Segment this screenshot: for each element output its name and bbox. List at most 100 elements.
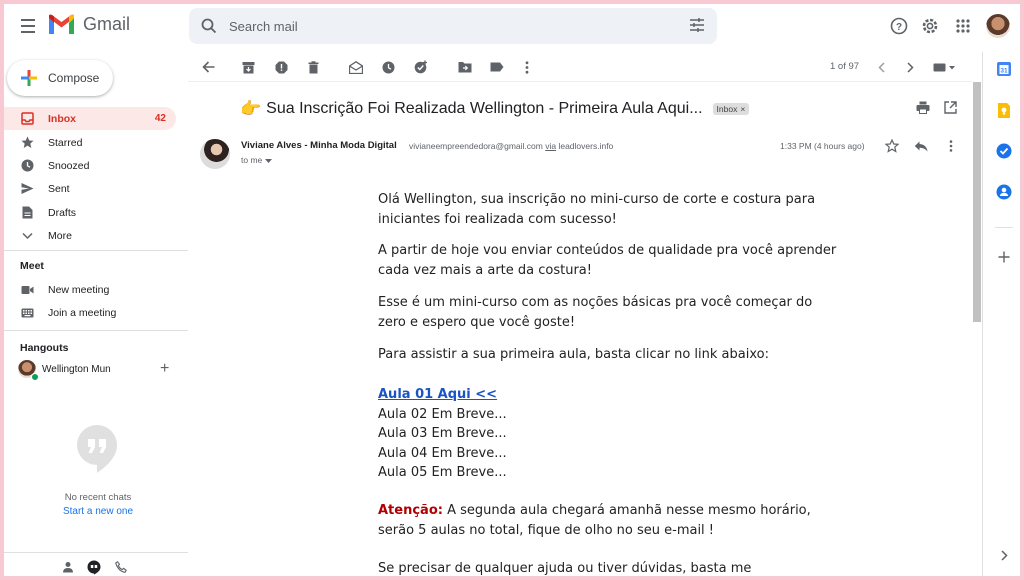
back-arrow-icon[interactable] <box>199 58 217 76</box>
keyboard-icon <box>21 306 34 319</box>
new-meeting-item[interactable]: New meeting <box>0 278 176 301</box>
meet-section-title: Meet <box>20 260 44 272</box>
hangouts-user[interactable]: Wellington Mun + <box>18 360 178 381</box>
no-recent-chats-text: No recent chats <box>64 492 132 503</box>
keep-notes-icon[interactable] <box>995 101 1013 119</box>
tasks-icon[interactable] <box>995 142 1013 160</box>
sidebar-item-drafts[interactable]: Drafts <box>0 201 176 224</box>
sidebar-item-label: More <box>48 230 72 242</box>
contacts-icon[interactable] <box>995 183 1013 201</box>
compose-label: Compose <box>48 71 100 85</box>
chevron-down-icon <box>21 229 34 242</box>
send-icon <box>21 182 34 195</box>
svg-text:?: ? <box>896 22 902 33</box>
print-icon[interactable] <box>916 101 930 119</box>
search-input[interactable] <box>229 18 649 34</box>
star-outline-icon[interactable] <box>884 138 900 154</box>
sidebar-item-label: Sent <box>48 183 70 195</box>
start-new-chat-link[interactable]: Start a new one <box>0 506 196 517</box>
inbox-label-chip[interactable]: Inbox × <box>712 103 750 115</box>
recipients-line[interactable]: to me <box>241 155 272 165</box>
sidebar-item-label: Snoozed <box>48 160 90 172</box>
email-body: Olá Wellington, sua inscrição no mini-cu… <box>378 190 838 580</box>
sidebar-item-inbox[interactable]: Inbox 42 <box>0 107 176 130</box>
aula-item: Aula 02 Em Breve... <box>378 406 507 422</box>
body-paragraph: Olá Wellington, sua inscrição no mini-cu… <box>378 192 816 227</box>
aula-01-link[interactable]: Aula 01 Aqui << <box>378 387 497 402</box>
aula-list: Aula 01 Aqui << Aula 02 Em Breve... Aula… <box>378 385 838 483</box>
delete-trash-icon[interactable] <box>304 58 322 76</box>
top-header: Gmail ? <box>0 0 1024 52</box>
sidebar-item-label: Drafts <box>48 207 77 219</box>
recipients-text: to me <box>241 155 263 165</box>
compose-plus-icon <box>21 70 37 86</box>
videocam-icon <box>21 283 34 296</box>
label-chip-text: Inbox <box>716 104 738 114</box>
sender-avatar[interactable] <box>200 139 230 169</box>
reply-icon[interactable] <box>913 138 929 154</box>
message-toolbar: 1 of 97 <box>188 52 972 82</box>
sidebar-item-more[interactable]: More <box>0 224 176 247</box>
account-avatar[interactable] <box>986 14 1010 38</box>
expand-panel-chevron-icon[interactable] <box>995 546 1013 564</box>
message-view: 👉 Sua Inscrição Foi Realizada Wellington… <box>188 82 972 580</box>
pagination-text: 1 of 97 <box>830 61 860 72</box>
sidebar-item-starred[interactable]: Starred <box>0 131 176 154</box>
app-name: Gmail <box>83 14 131 34</box>
sender-name[interactable]: Viviane Alves - Minha Moda Digital <box>241 140 397 151</box>
older-chevron-right-icon[interactable] <box>901 58 919 76</box>
details-caret-down-icon[interactable] <box>264 159 272 163</box>
scrollbar-thumb[interactable] <box>973 82 981 322</box>
draft-file-icon <box>21 206 34 219</box>
inbox-unread-count: 42 <box>154 113 166 124</box>
atencao-paragraph: Atenção: A segunda aula chegará amanhã n… <box>378 501 838 541</box>
svg-text:31: 31 <box>1000 68 1008 75</box>
calendar-icon[interactable]: 31 <box>995 60 1013 78</box>
help-icon[interactable]: ? <box>887 14 911 38</box>
search-bar[interactable] <box>189 8 717 44</box>
label-tag-icon[interactable] <box>488 58 506 76</box>
compose-button[interactable]: Compose <box>7 60 113 96</box>
sender-email: vivianeempreendedora@gmail.com <box>409 141 543 151</box>
side-panel: 31 <box>982 52 1024 580</box>
message-more-vert-icon[interactable] <box>943 138 959 154</box>
open-new-window-icon[interactable] <box>944 101 957 119</box>
search-icon[interactable] <box>189 8 229 44</box>
input-tools-keyboard-icon[interactable] <box>932 58 958 76</box>
add-task-icon[interactable] <box>412 58 430 76</box>
message-scrollbar[interactable] <box>973 82 981 580</box>
remove-label-close-icon[interactable]: × <box>740 104 745 114</box>
aula-item: Aula 04 Em Breve... <box>378 445 507 461</box>
mark-unread-icon[interactable] <box>347 58 365 76</box>
snooze-clock-icon[interactable] <box>379 58 397 76</box>
sidebar-divider <box>0 250 188 251</box>
star-icon <box>21 136 34 149</box>
report-spam-icon[interactable] <box>272 58 290 76</box>
gmail-logo[interactable]: Gmail <box>48 14 130 35</box>
via-text[interactable]: via <box>545 141 556 151</box>
body-paragraph: Esse é um mini-curso com as noções básic… <box>378 295 813 330</box>
apps-grid-icon[interactable] <box>951 14 975 38</box>
hangouts-bottom-tabs <box>0 552 188 580</box>
phone-icon[interactable] <box>113 559 129 575</box>
move-to-folder-icon[interactable] <box>456 58 474 76</box>
new-chat-plus-icon[interactable]: + <box>160 360 169 378</box>
hangouts-section-title: Hangouts <box>20 342 69 354</box>
main-menu-icon[interactable] <box>15 15 41 37</box>
aula-item: Aula 05 Em Breve... <box>378 465 507 480</box>
join-meeting-item[interactable]: Join a meeting <box>0 301 176 324</box>
new-meeting-label: New meeting <box>48 284 110 296</box>
add-addon-plus-icon[interactable] <box>995 248 1013 266</box>
email-subject: Sua Inscrição Foi Realizada Wellington -… <box>266 100 703 117</box>
settings-gear-icon[interactable] <box>918 14 942 38</box>
sidebar-item-snoozed[interactable]: Snoozed <box>0 154 176 177</box>
gmail-m-icon <box>49 14 74 34</box>
archive-icon[interactable] <box>239 58 257 76</box>
hangouts-chat-icon[interactable] <box>86 559 102 575</box>
person-icon[interactable] <box>60 559 76 575</box>
online-status-dot <box>31 373 39 381</box>
search-options-icon[interactable] <box>689 17 705 33</box>
newer-chevron-left-icon[interactable] <box>872 58 890 76</box>
more-vert-icon[interactable] <box>518 58 536 76</box>
sidebar-item-sent[interactable]: Sent <box>0 177 176 200</box>
